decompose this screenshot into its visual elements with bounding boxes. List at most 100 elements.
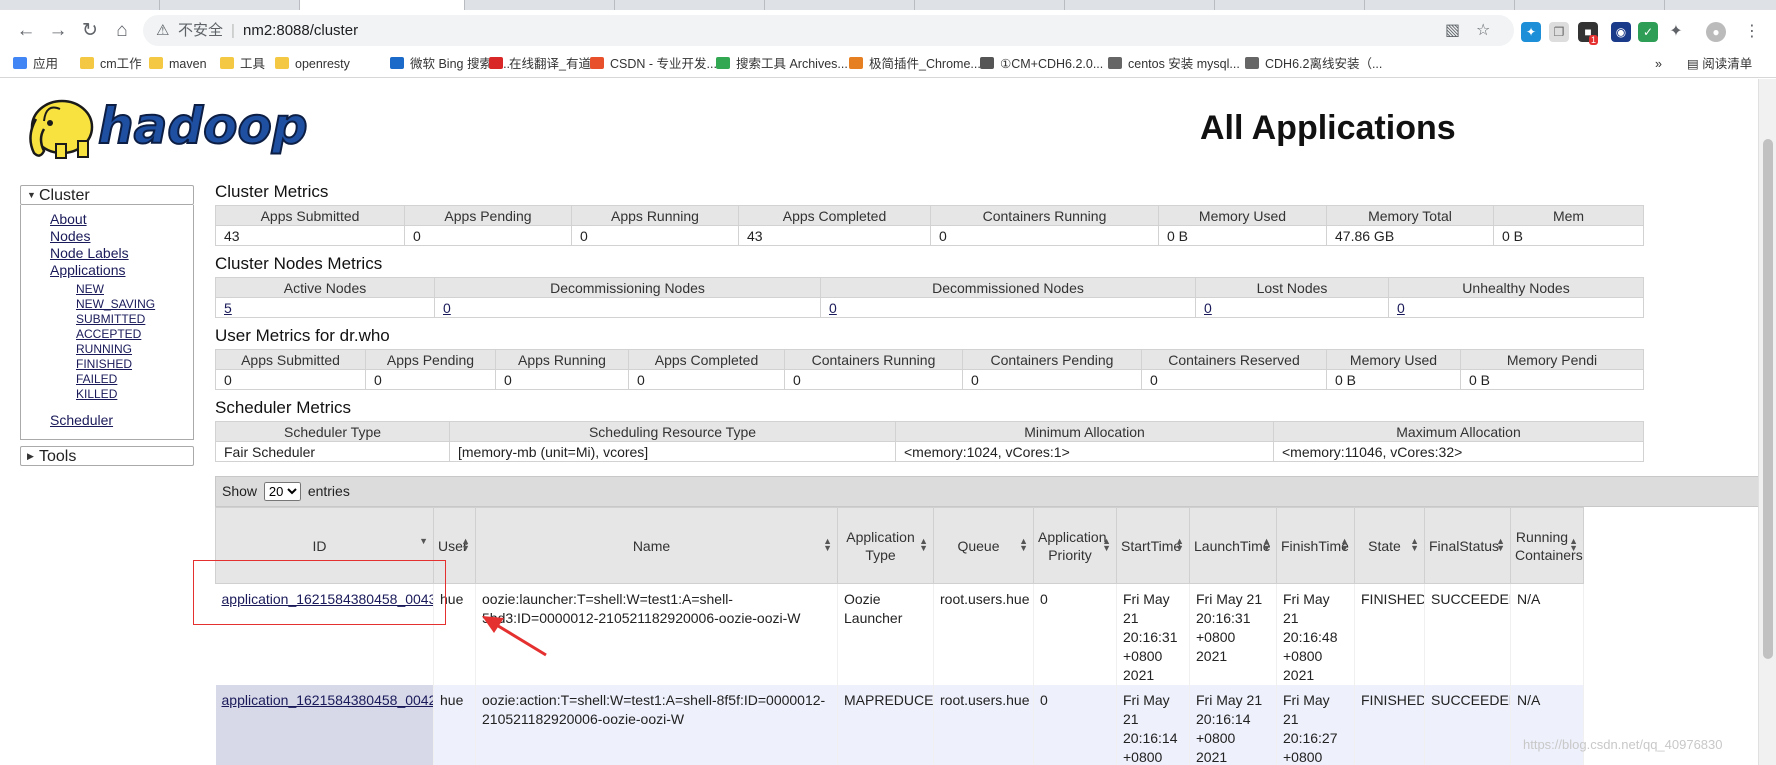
bookmark-item[interactable]: centos 安装 mysql... [1108,55,1240,73]
bookmark-item[interactable]: maven [149,55,207,73]
address-bar[interactable]: ⚠ 不安全 | nm2:8088/cluster ▧ ☆ [143,15,1514,46]
browser-tab[interactable] [160,0,300,10]
scrollbar-thumb[interactable] [1763,139,1773,659]
back-icon[interactable]: ← [13,18,39,44]
column-header[interactable]: Name ▲ ▼ [475,507,838,584]
nav-link-applications[interactable]: Applications [50,262,193,279]
profile-avatar-icon[interactable]: ● [1706,22,1726,42]
sort-icon: ▲ ▼ [1340,536,1349,553]
metric-value-cell: 0 [571,225,739,246]
state-link-killed[interactable]: KILLED [76,387,193,402]
metric-link[interactable]: 0 [443,300,451,316]
bookmark-item[interactable]: ①CM+CDH6.2.0... [980,55,1103,73]
browser-tab[interactable] [1515,0,1665,10]
bookmark-label: 在线翻译_有道 [509,57,591,71]
metric-link[interactable]: 0 [829,300,837,316]
metric-link[interactable]: 5 [224,300,232,316]
extensions-puzzle-icon[interactable]: ✦ [1666,22,1686,42]
bookmark-item[interactable]: 工具 [220,55,265,73]
bookmark-item[interactable]: CSDN - 专业开发... [590,55,717,73]
browser-tab[interactable] [0,0,160,10]
scheduler-header-row: Scheduler Type Scheduling Resource Type Mi… [215,421,1644,442]
extension-green-icon[interactable]: ✓ [1638,22,1658,42]
nav-link-scheduler[interactable]: Scheduler [50,412,193,429]
app-name-cell: oozie:action:T=shell:W=test1:A=shell-8f5… [475,685,838,765]
metric-value-cell: 47.86 GB [1326,225,1494,246]
tools-accordion-header[interactable]: ▶ Tools [20,446,194,466]
state-link-finished[interactable]: FINISHED [76,357,193,372]
metric-link[interactable]: 0 [1204,300,1212,316]
bookmark-label: openresty [295,57,350,71]
url-text[interactable]: nm2:8088/cluster [243,15,358,46]
cluster-value-row: 43 0 0 43 0 0 B 47.86 GB 0 B [215,225,1644,246]
browser-menu-icon[interactable]: ⋮ [1742,22,1762,42]
nav-link-about[interactable]: About [50,211,193,228]
home-icon[interactable]: ⌂ [109,18,135,44]
metric-link[interactable]: 0 [1397,300,1405,316]
browser-tab[interactable] [300,0,465,10]
page-size-select[interactable]: 20 [263,482,301,501]
metric-header: Containers Pending [962,349,1142,370]
translate-icon[interactable]: ▧ [1445,15,1460,46]
metric-value-cell: 0 B [1460,369,1644,390]
column-header[interactable]: State ▲ ▼ [1354,507,1425,584]
browser-tab[interactable] [1065,0,1215,10]
sort-desc-icon: ▼ [419,536,428,546]
bookmark-item[interactable]: 应用 [13,55,58,73]
metric-header: Containers Running [930,205,1159,226]
browser-tab[interactable] [765,0,915,10]
state-link-failed[interactable]: FAILED [76,372,193,387]
state-link-accepted[interactable]: ACCEPTED [76,327,193,342]
column-header[interactable]: Queue ▲ ▼ [933,507,1034,584]
browser-tab[interactable] [615,0,765,10]
bookmark-item[interactable]: openresty [275,55,350,73]
application-id-link[interactable]: application_1621584380458_0042 [222,692,433,708]
bookmark-item[interactable]: cm工作 [80,55,142,73]
metric-value-cell: 0 [962,369,1142,390]
cluster-accordion-body: About Nodes Node Labels Applications NEW… [20,205,194,440]
metric-header: Containers Reserved [1141,349,1327,370]
folder-icon [80,57,94,69]
nav-link-nodes[interactable]: Nodes [50,228,193,245]
cluster-metrics-title: Cluster Metrics [215,182,329,201]
bookmark-item[interactable]: 极简插件_Chrome... [849,55,981,73]
bookmark-item[interactable]: 搜索工具 Archives... [716,55,848,73]
bookmark-item[interactable]: 在线翻译_有道 [489,55,591,73]
metric-header: Apps Completed [738,205,931,226]
warning-icon[interactable]: ⚠ [156,15,169,46]
bookmark-star-icon[interactable]: ☆ [1476,15,1490,46]
browser-tab[interactable] [915,0,1065,10]
reading-list-button[interactable]: ▤ 阅读清单 [1687,55,1752,73]
state-link-new[interactable]: NEW [76,282,193,297]
metric-header: Scheduling Resource Type [449,421,896,442]
state-link-new-saving[interactable]: NEW_SAVING [76,297,193,312]
column-header[interactable]: Application Type ▲ ▼ [837,507,934,584]
cluster-accordion-header[interactable]: ▼ Cluster [20,185,194,205]
column-header[interactable]: Application Priority ▲ ▼ [1033,507,1117,584]
nav-link-node-labels[interactable]: Node Labels [50,245,193,262]
app-finish-cell: Fri May 21 20:16:27 +0800 2021 [1276,685,1355,765]
forward-icon[interactable]: → [45,18,71,44]
bookmarks-overflow-icon[interactable]: » [1655,55,1662,73]
bookmark-item[interactable]: CDH6.2离线安装（... [1245,55,1382,73]
browser-tab[interactable] [1215,0,1365,10]
extension-feather-icon[interactable]: ✦ [1521,22,1541,42]
column-header[interactable]: FinalStatus ▲ ▼ [1424,507,1511,584]
column-header[interactable]: Running Containers ▲ ▼ [1510,507,1584,584]
browser-tab[interactable] [465,0,615,10]
browser-tab[interactable] [1365,0,1515,10]
column-header[interactable]: LaunchTime ▲ ▼ [1189,507,1277,584]
state-link-submitted[interactable]: SUBMITTED [76,312,193,327]
column-header[interactable]: FinishTime ▲ ▼ [1276,507,1355,584]
nodes-header-row: Active Nodes Decommissioning Nodes Decommi… [215,277,1644,298]
scheduler-value-row: Fair Scheduler [memory-mb (unit=Mi), vcor… [215,441,1644,462]
column-header[interactable]: StartTime ▲ ▼ [1116,507,1190,584]
metric-header: Apps Running [571,205,739,226]
extension-copy-icon[interactable]: ❐ [1549,22,1569,42]
sort-icon: ▲ ▼ [919,536,928,553]
vertical-scrollbar[interactable] [1758,79,1776,765]
reload-icon[interactable]: ↻ [77,18,103,44]
bing-icon [390,57,404,69]
state-link-running[interactable]: RUNNING [76,342,193,357]
extension-circle-icon[interactable]: ◉ [1611,22,1631,42]
